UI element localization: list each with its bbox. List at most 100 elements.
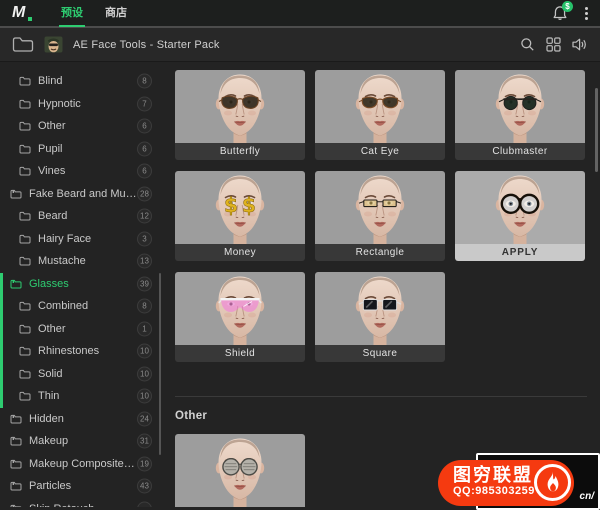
folder-icon [10,189,22,199]
sidebar-item-beard[interactable]: Beard12 [0,205,165,228]
grid-view-icon [546,37,561,52]
folder-icon [12,36,34,53]
tab-store[interactable]: 商店 [103,0,129,27]
sidebar-item-other[interactable]: Other6 [0,115,165,138]
sidebar-item-pupil[interactable]: Pupil6 [0,138,165,161]
preset-thumbnail [315,70,445,143]
preset-card[interactable]: APPLY [455,171,585,261]
folder-icon [19,256,31,266]
preset-grid-area: Butterfly Cat Eye [165,62,600,507]
sidebar-item-rhinestones[interactable]: Rhinestones10 [0,340,165,363]
preset-name: Square [315,345,445,362]
folder-icon [10,414,22,424]
folder-icon [19,324,31,334]
preset-name: Cat Eye [315,143,445,160]
folder-icon [10,459,22,469]
folder-icon [10,481,22,491]
search-button[interactable] [520,37,535,52]
item-count-badge: 13 [137,254,152,269]
preset-card[interactable] [175,434,305,507]
item-count-badge: 8 [137,74,152,89]
sidebar-item-label: Hidden [29,413,64,425]
item-count-badge: 10 [137,366,152,381]
pack-thumbnail [44,36,63,53]
tab-label: 预设 [61,4,83,20]
sidebar-item-makeup[interactable]: Makeup31 [0,430,165,453]
folder-icon [10,436,22,446]
folder-icon [19,76,31,86]
item-count-badge: 24 [137,411,152,426]
sidebar-item-blind[interactable]: Blind8 [0,70,165,93]
sidebar-item-label: Thin [38,390,59,402]
sidebar-item-other[interactable]: Other1 [0,318,165,341]
folder-icon [19,121,31,131]
preset-card-cat-eye[interactable]: Cat Eye [315,70,445,160]
sidebar-item-label: Vines [38,165,65,177]
pathbar-actions [520,37,588,52]
preset-thumbnail [315,272,445,345]
sidebar-item-label: Mustache [38,255,86,267]
sidebar-item-combined[interactable]: Combined8 [0,295,165,318]
preset-card-money[interactable]: $ $ Money [175,171,305,261]
preset-card-rectangle[interactable]: Rectangle [315,171,445,261]
motion-bro-logo-icon[interactable]: M [12,3,34,23]
item-count-badge: 19 [137,456,152,471]
section-title: Other [175,410,600,422]
sidebar-item-label: Skin Retouch [29,503,94,507]
preset-name: Butterfly [175,143,305,160]
folder-icon [19,166,31,176]
item-count-badge [137,501,152,507]
top-tabs: 预设 商店 [50,0,138,27]
sound-toggle-button[interactable] [572,37,588,52]
apply-button-label[interactable]: APPLY [455,244,585,261]
speaker-icon [572,37,588,52]
folder-icon [19,211,31,221]
folder-icon [19,144,31,154]
sidebar-item-hypnotic[interactable]: Hypnotic7 [0,93,165,116]
sidebar-item-solid[interactable]: Solid 10 [0,363,165,386]
sidebar-item-fake-beard-and-mustache[interactable]: Fake Beard and Mustache28 [0,183,165,206]
sidebar-item-label: Glasses [29,278,69,290]
folder-icon [19,369,31,379]
item-count-badge: 8 [137,299,152,314]
sidebar-item-glasses[interactable]: Glasses39 [0,273,165,296]
sidebar-item-mustache[interactable]: Mustache 13 [0,250,165,273]
topbar-actions: $ [551,4,590,22]
sidebar-item-label: Solid [38,368,62,380]
main-scrollbar[interactable] [595,88,598,172]
sidebar-item-particles[interactable]: Particles43 [0,475,165,498]
folder-icon [19,346,31,356]
sidebar-item-skin-retouch[interactable]: Skin Retouch [0,498,165,508]
sidebar-item-label: Rhinestones [38,345,99,357]
tab-label: 商店 [105,4,127,20]
preset-card-shield[interactable]: Shield [175,272,305,362]
sidebar-item-vines[interactable]: Vines6 [0,160,165,183]
preset-card-square[interactable]: Square [315,272,445,362]
folder-icon [10,279,22,289]
category-sidebar: Blind8 Hypnotic7 Other6 Pupil6 Vines6 Fa… [0,62,165,507]
folder-icon [19,234,31,244]
content-area: Blind8 Hypnotic7 Other6 Pupil6 Vines6 Fa… [0,62,600,507]
folder-up-button[interactable] [12,36,34,53]
sidebar-item-thin[interactable]: Thin 10 [0,385,165,408]
item-count-badge: 31 [137,434,152,449]
item-count-badge: 10 [137,389,152,404]
sidebar-scrollbar[interactable] [159,273,161,455]
sidebar-item-hairy-face[interactable]: Hairy Face3 [0,228,165,251]
preset-card-butterfly[interactable]: Butterfly [175,70,305,160]
item-count-badge: 28 [137,186,152,201]
preset-thumbnail [455,70,585,143]
preset-thumbnail [175,272,305,345]
notifications-button[interactable]: $ [551,4,569,22]
tab-presets[interactable]: 预设 [59,0,85,27]
grid-view-button[interactable] [546,37,561,52]
sidebar-item-makeup-composite-16-bpc-[interactable]: Makeup Composite (16 bpc)19 [0,453,165,476]
preset-thumbnail [455,171,585,244]
item-count-badge: 1 [137,321,152,336]
preset-name: Rectangle [315,244,445,261]
preset-card-clubmaster[interactable]: Clubmaster [455,70,585,160]
sidebar-item-hidden[interactable]: Hidden 24 [0,408,165,431]
sidebar-item-label: Pupil [38,143,62,155]
preset-name: Money [175,244,305,261]
more-menu-button[interactable] [583,5,590,22]
